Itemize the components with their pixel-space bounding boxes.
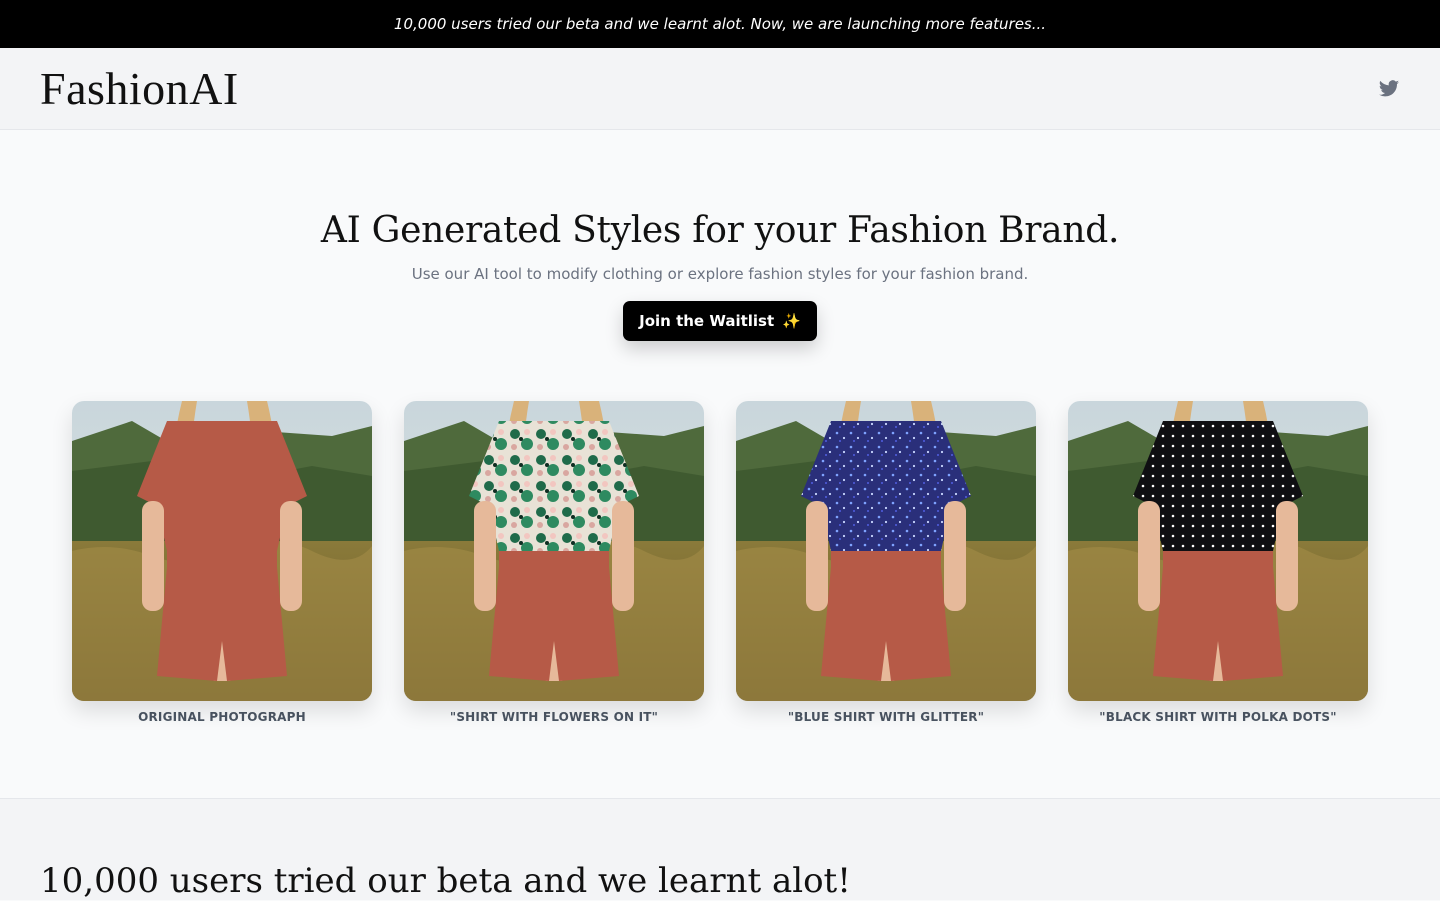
join-waitlist-button[interactable]: Join the Waitlist ✨ [623, 301, 817, 341]
twitter-icon[interactable] [1378, 78, 1400, 100]
gallery-caption: "Black shirt with polka dots" [1099, 710, 1337, 724]
model-photo-art [1068, 401, 1368, 701]
announcement-text: 10,000 users tried our beta and we learn… [393, 15, 1047, 33]
model-photo [736, 401, 1036, 701]
gallery-card: "Shirt with flowers on it" [404, 401, 704, 724]
site-header: FashionAI [0, 48, 1440, 130]
gallery-caption: Original Photograph [138, 710, 306, 724]
beta-section: 10,000 users tried our beta and we learn… [0, 799, 1440, 901]
hero-section: AI Generated Styles for your Fashion Bra… [0, 130, 1440, 341]
gallery-caption: "Shirt with flowers on it" [449, 710, 659, 724]
gallery-card: "Blue shirt with glitter" [736, 401, 1036, 724]
announcement-bar: 10,000 users tried our beta and we learn… [0, 0, 1440, 48]
model-photo [1068, 401, 1368, 701]
model-photo [72, 401, 372, 701]
hero-title: AI Generated Styles for your Fashion Bra… [320, 210, 1120, 251]
hero-subtitle: Use our AI tool to modify clothing or ex… [411, 265, 1029, 283]
sparkles-icon: ✨ [782, 312, 801, 330]
logo[interactable]: FashionAI [40, 65, 239, 112]
model-photo [404, 401, 704, 701]
style-gallery: Original Photograph "Shirt with flowers … [0, 401, 1440, 724]
join-waitlist-label: Join the Waitlist [639, 312, 775, 330]
gallery-card: Original Photograph [72, 401, 372, 724]
model-photo-art [72, 401, 372, 701]
beta-section-title: 10,000 users tried our beta and we learn… [40, 861, 851, 901]
model-photo-art [404, 401, 704, 701]
gallery-caption: "Blue shirt with glitter" [787, 710, 985, 724]
gallery-card: "Black shirt with polka dots" [1068, 401, 1368, 724]
model-photo-art [736, 401, 1036, 701]
